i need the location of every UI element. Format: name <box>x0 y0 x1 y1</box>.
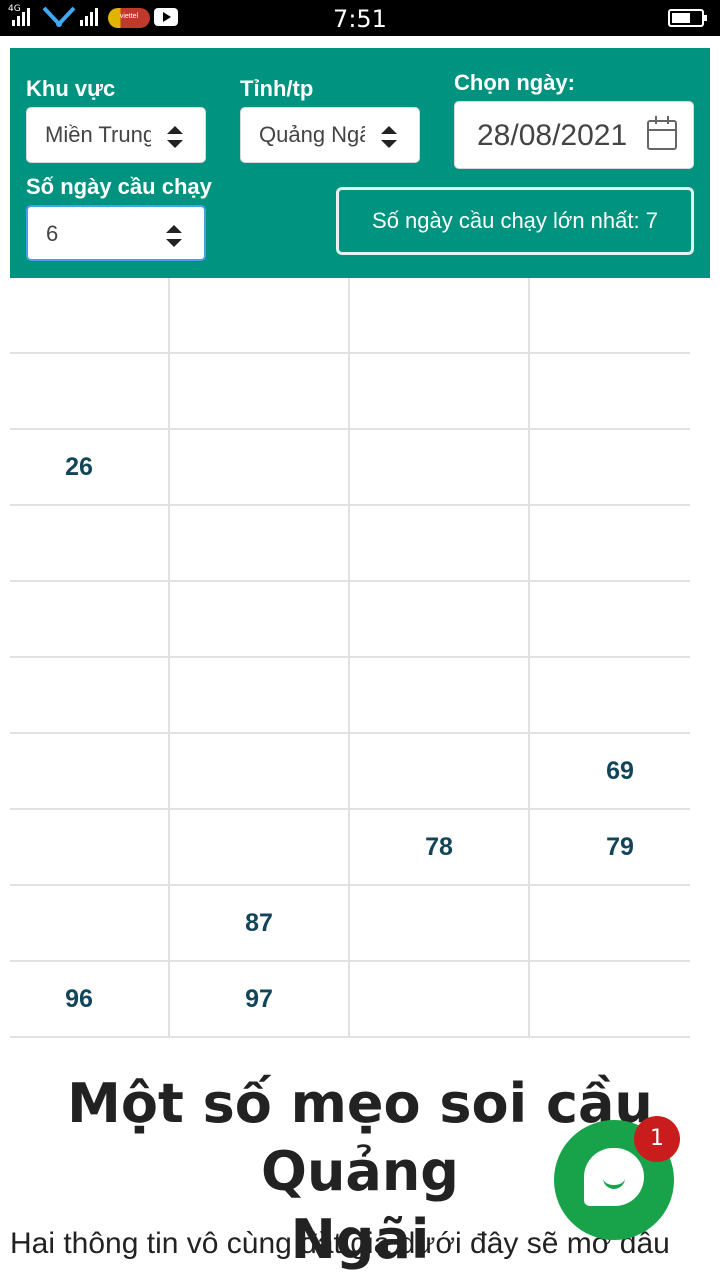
grid-cell <box>10 658 170 734</box>
grid-row: 26 <box>10 430 710 506</box>
days-label: Số ngày cầu chạy <box>26 174 212 199</box>
grid-cell <box>170 506 350 582</box>
province-select[interactable]: Quảng Ngãi <box>240 107 420 163</box>
calendar-icon[interactable] <box>647 116 677 150</box>
grid-row: 96 97 <box>10 962 710 1038</box>
grid-cell <box>10 354 170 430</box>
grid-cell <box>530 658 690 734</box>
grid-cell <box>350 582 530 658</box>
grid-cell: 97 <box>170 962 350 1038</box>
days-select[interactable]: 6 <box>26 205 206 261</box>
chat-badge: 1 <box>634 1116 680 1162</box>
grid-cell <box>350 430 530 506</box>
region-select[interactable]: Miền Trung <box>26 107 206 163</box>
grid-cell <box>170 734 350 810</box>
grid-cell <box>170 430 350 506</box>
grid-cell: 69 <box>530 734 690 810</box>
grid-cell <box>530 506 690 582</box>
grid-cell <box>10 506 170 582</box>
grid-cell: 26 <box>10 430 170 506</box>
grid-cell <box>10 810 170 886</box>
grid-cell <box>170 582 350 658</box>
grid-cell: 78 <box>350 810 530 886</box>
grid-cell <box>530 278 690 354</box>
chat-icon <box>584 1148 644 1206</box>
grid-cell: 96 <box>10 962 170 1038</box>
status-bar: 4G viettel 7:51 <box>0 0 720 36</box>
grid-cell <box>10 278 170 354</box>
date-label: Chọn ngày: <box>454 70 575 95</box>
grid-cell <box>170 278 350 354</box>
grid-cell <box>530 354 690 430</box>
grid-cell <box>530 962 690 1038</box>
grid-cell <box>530 582 690 658</box>
grid-cell <box>170 354 350 430</box>
select-arrows-icon <box>381 126 397 148</box>
grid-cell <box>350 278 530 354</box>
grid-cell <box>350 962 530 1038</box>
grid-cell <box>10 734 170 810</box>
grid-cell <box>350 886 530 962</box>
clock: 7:51 <box>333 5 387 33</box>
grid-cell <box>10 886 170 962</box>
filter-panel: Khu vực Miền Trung Tỉnh/tp Quảng Ngãi Ch… <box>10 48 710 278</box>
select-arrows-icon <box>166 225 182 247</box>
grid-cell <box>350 506 530 582</box>
max-days-button[interactable]: Số ngày cầu chạy lớn nhất: 7 <box>336 187 694 255</box>
province-label: Tỉnh/tp <box>240 76 314 101</box>
battery-icon <box>668 9 707 27</box>
grid-row <box>10 582 710 658</box>
grid-row <box>10 506 710 582</box>
grid-row: 87 <box>10 886 710 962</box>
grid-cell <box>530 430 690 506</box>
result-grid: 26 69 78 79 87 96 97 <box>10 278 710 1038</box>
grid-row <box>10 354 710 430</box>
grid-cell <box>170 658 350 734</box>
grid-cell <box>10 582 170 658</box>
select-arrows-icon <box>167 126 183 148</box>
grid-cell <box>350 354 530 430</box>
region-label: Khu vực <box>26 76 116 101</box>
grid-cell: 79 <box>530 810 690 886</box>
grid-row: 69 <box>10 734 710 810</box>
date-input[interactable]: 28/08/2021 <box>454 101 694 169</box>
grid-cell <box>170 810 350 886</box>
grid-cell <box>350 658 530 734</box>
grid-cell <box>350 734 530 810</box>
grid-row <box>10 278 710 354</box>
grid-row <box>10 658 710 734</box>
grid-cell <box>530 886 690 962</box>
grid-cell: 87 <box>170 886 350 962</box>
grid-row: 78 79 <box>10 810 710 886</box>
